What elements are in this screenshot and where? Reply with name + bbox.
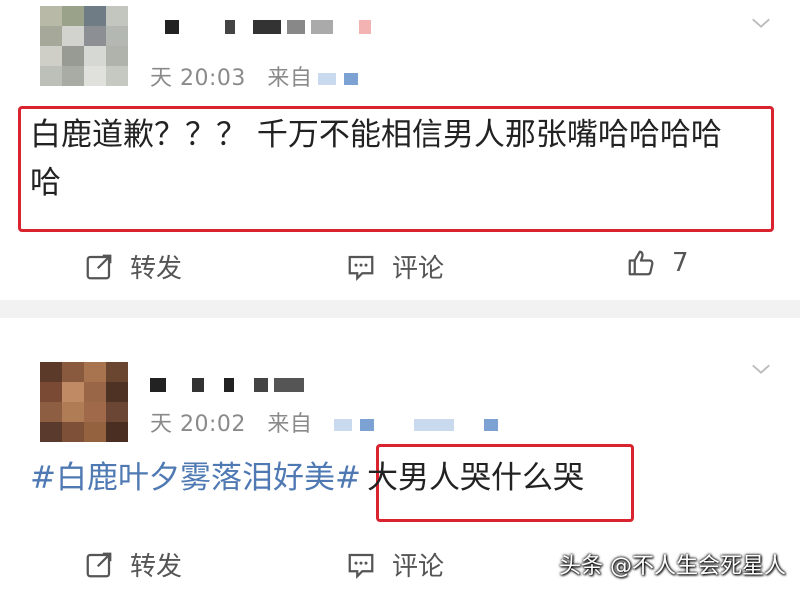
avatar[interactable] <box>40 6 128 86</box>
post-meta: 天 20:02 来自 <box>150 406 499 438</box>
watermark: 头条 @不人生会死星人 <box>559 554 786 579</box>
post-time: 天 20:02 <box>150 412 246 437</box>
post-content-line2: 哈 <box>30 165 61 201</box>
repost-label: 转发 <box>130 552 183 582</box>
post-meta: 天 20:03 来自 <box>150 60 359 92</box>
comment-label: 评论 <box>392 552 445 582</box>
repost-button[interactable]: 转发 <box>84 546 182 583</box>
source-blurred <box>318 73 337 85</box>
source-blurred-dot <box>344 73 359 85</box>
post-source: 来自 <box>267 66 313 91</box>
repost-icon <box>86 552 112 577</box>
repost-button[interactable]: 转发 <box>84 248 182 285</box>
post-1: 天 20:03 来自 白鹿道歉？？？ 千万不能相信男人那张嘴哈哈哈哈 哈 转发 … <box>0 0 800 300</box>
post-text: 大男人哭什么哭 <box>366 460 584 496</box>
username-blurred[interactable] <box>150 378 310 392</box>
source-blurred-dot-2 <box>484 419 499 431</box>
post-divider <box>0 300 800 318</box>
post-content: #白鹿叶夕雾落泪好美# 大男人哭什么哭 <box>30 454 770 502</box>
post-time: 天 20:03 <box>150 66 246 91</box>
comment-icon <box>348 553 374 579</box>
comment-label: 评论 <box>392 254 445 284</box>
like-button[interactable]: 7 <box>626 248 689 278</box>
hashtag-link[interactable]: #白鹿叶夕雾落泪好美# <box>30 460 361 496</box>
like-count: 7 <box>672 248 689 278</box>
source-blurred-dot <box>360 419 375 431</box>
comment-button[interactable]: 评论 <box>346 546 444 583</box>
post-source: 来自 <box>267 412 313 437</box>
chevron-down-icon[interactable] <box>750 358 772 380</box>
post-content: 白鹿道歉？？？ 千万不能相信男人那张嘴哈哈哈哈 哈 <box>30 111 770 207</box>
post-content-line1: 白鹿道歉？？？ 千万不能相信男人那张嘴哈哈哈哈 <box>30 117 722 153</box>
comment-button[interactable]: 评论 <box>346 248 444 285</box>
avatar[interactable] <box>40 362 128 442</box>
chevron-down-icon[interactable] <box>750 12 772 34</box>
repost-label: 转发 <box>130 254 183 284</box>
like-icon <box>628 250 654 276</box>
username-blurred[interactable] <box>165 20 377 34</box>
comment-icon <box>348 255 374 281</box>
source-blurred <box>334 419 353 431</box>
repost-icon <box>86 254 112 279</box>
source-blurred-2 <box>414 419 455 431</box>
